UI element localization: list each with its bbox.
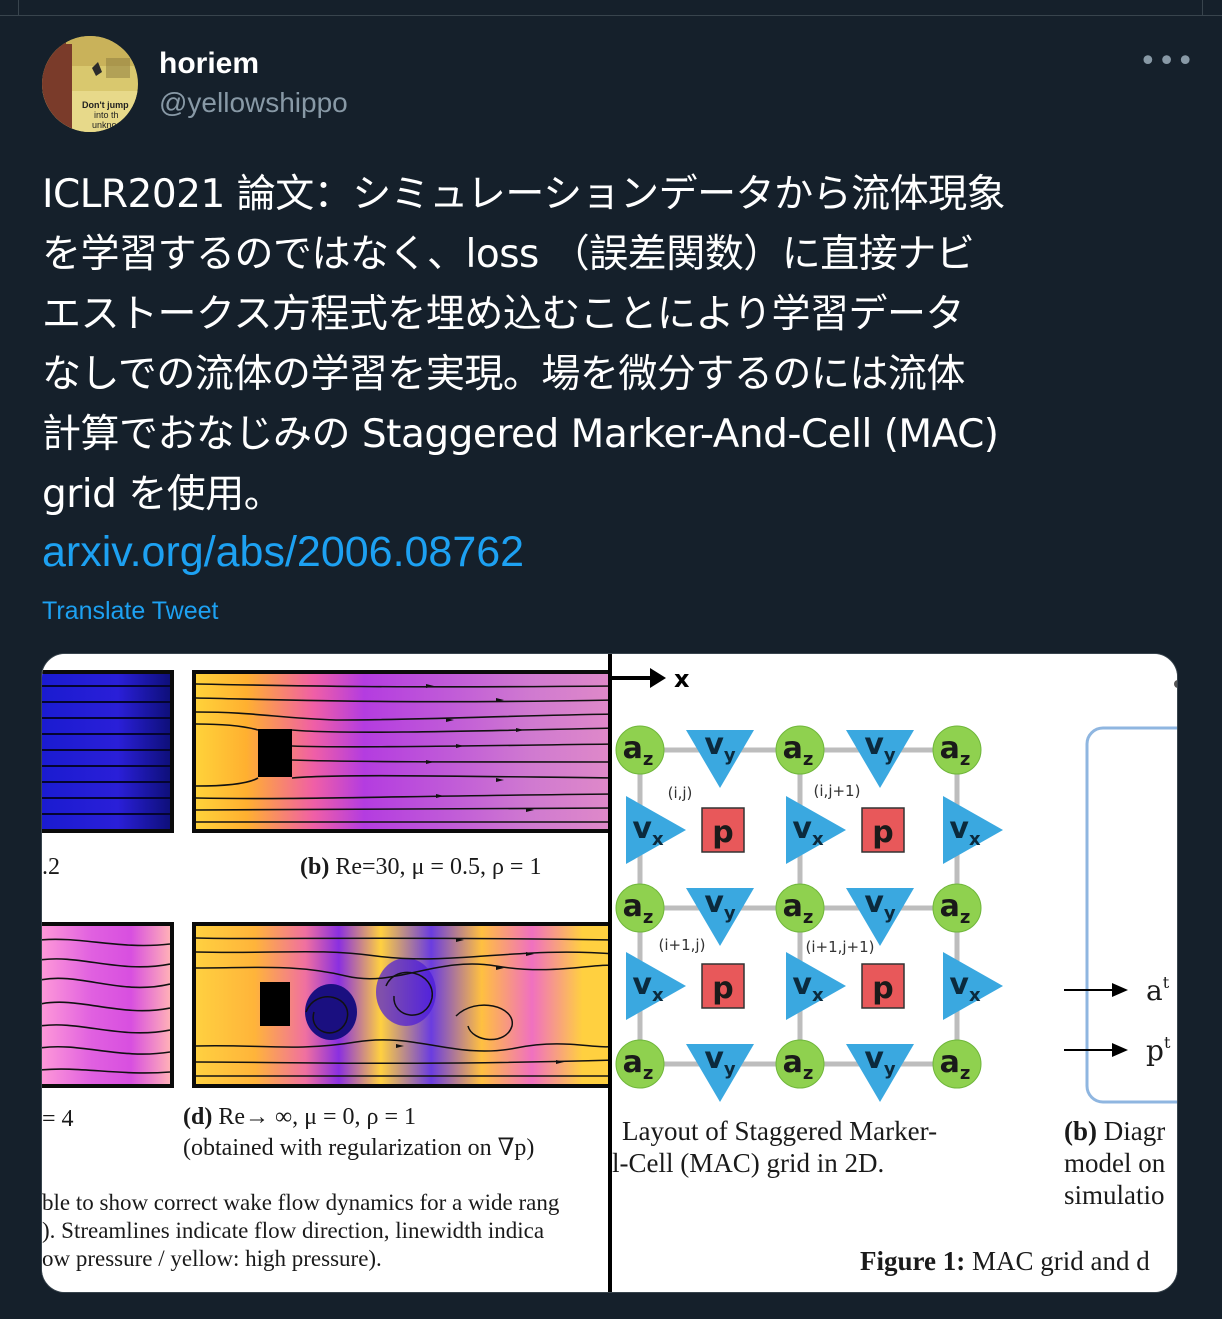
- diagram-input-a: at: [1146, 973, 1170, 1007]
- tweet-media[interactable]: .2 (b) Re=30, μ = 0.5, ρ = 1 = 4 (d) Re→…: [41, 653, 1178, 1293]
- body-text-line: ow pressure / yellow: high pressure).: [42, 1246, 382, 1271]
- translate-tweet-button[interactable]: Translate Tweet: [42, 597, 218, 626]
- tweet-line: を学習するのではなく、loss （誤差関数）に直接ナビ: [42, 232, 975, 277]
- diagram-input-p: pt: [1146, 1033, 1171, 1067]
- tweet-text: ICLR2021 論文：シミュレーションデータから流体現象 を学習するのではなく…: [42, 165, 1182, 525]
- node-p-label: p: [712, 815, 733, 850]
- svg-text:into th: into th: [94, 110, 119, 120]
- mac-grid-diagram: x at pt az az azvy vyaz az azvy vyaz az azvy vyvx…: [612, 665, 1177, 1276]
- left-border-line: [18, 0, 19, 16]
- caption-diagram-line2: model on: [1064, 1148, 1166, 1178]
- top-border: [0, 0, 1222, 16]
- tweet-line: ICLR2021 論文：シミュレーションデータから流体現象: [42, 172, 1006, 217]
- caption-layout-line2: l-Cell (MAC) grid in 2D.: [612, 1148, 884, 1178]
- grid-index-label: (i,j+1): [814, 782, 861, 800]
- top-border-line: [0, 15, 1222, 16]
- grid-index-label: (i,j): [668, 784, 693, 802]
- grid-index-label: (i+1,j+1): [805, 938, 874, 956]
- plot-a: [42, 670, 174, 833]
- caption-c-fragment: = 4: [42, 1106, 74, 1132]
- right-border-line: [1202, 0, 1203, 16]
- caption-d-note: (obtained with regularization on ∇p): [183, 1135, 535, 1161]
- avatar[interactable]: Don't jump into th unkno: [42, 36, 138, 132]
- media-image-left[interactable]: .2 (b) Re=30, μ = 0.5, ρ = 1 = 4 (d) Re→…: [42, 654, 620, 1292]
- caption-d-text: Re→ ∞, μ = 0, ρ = 1: [212, 1104, 417, 1130]
- plot-c: [42, 922, 174, 1088]
- tweet-line: なしでの流体の学習を実現。場を微分するのには流体: [42, 352, 965, 397]
- axis-x-label: x: [674, 665, 690, 693]
- caption-b-text: Re=30, μ = 0.5, ρ = 1: [329, 854, 542, 880]
- body-text-line: ble to show correct wake flow dynamics f…: [42, 1190, 560, 1215]
- tweet-line: エストークス方程式を埋め込むことにより学習データ: [42, 292, 965, 337]
- tweet-line: 計算でおなじみの Staggered Marker-And-Cell (MAC): [42, 412, 999, 457]
- node-p-label: p: [872, 971, 893, 1006]
- more-options-icon[interactable]: •••: [1139, 47, 1194, 77]
- user-handle[interactable]: @yellowshippo: [159, 87, 348, 119]
- caption-layout-line1: Layout of Staggered Marker-: [622, 1116, 937, 1146]
- tweet-line: grid を使用。: [42, 472, 283, 517]
- caption-d-label: (d): [183, 1104, 213, 1130]
- caption-a-fragment: .2: [42, 854, 60, 880]
- figure-caption: Figure 1: MAC grid and d: [860, 1246, 1150, 1276]
- avatar-image: Don't jump into th unkno: [42, 36, 138, 132]
- svg-text:Don't jump: Don't jump: [82, 100, 129, 110]
- body-text-line: ). Streamlines indicate flow direction, …: [42, 1218, 545, 1243]
- plot-b: [192, 670, 620, 833]
- caption-b-label: (b): [300, 854, 330, 880]
- svg-text:unkno: unkno: [92, 120, 117, 130]
- arxiv-link[interactable]: arxiv.org/abs/2006.08762: [42, 528, 524, 577]
- node-p-label: p: [712, 971, 733, 1006]
- caption-b: (b) Re=30, μ = 0.5, ρ = 1: [300, 854, 541, 881]
- plot-d: [192, 922, 620, 1088]
- plot-d-streamlines: [196, 937, 616, 1077]
- caption-diagram-line1: (b) Diagr: [1064, 1116, 1165, 1146]
- media-image-right[interactable]: x at pt az az az vy vy az az az vy vy az az az vy vy vx…: [612, 654, 1177, 1292]
- plot-c-streamlines: [42, 938, 170, 1074]
- display-name[interactable]: horiem: [159, 47, 259, 81]
- caption-d: (d) Re→ ∞, μ = 0, ρ = 1: [183, 1104, 416, 1131]
- node-p-label: p: [872, 815, 893, 850]
- caption-diagram-line3: simulatio: [1064, 1180, 1165, 1210]
- grid-index-label: (i+1,j): [659, 936, 706, 954]
- plot-b-streamlines: [196, 683, 616, 823]
- plot-a-streamlines: [42, 685, 170, 815]
